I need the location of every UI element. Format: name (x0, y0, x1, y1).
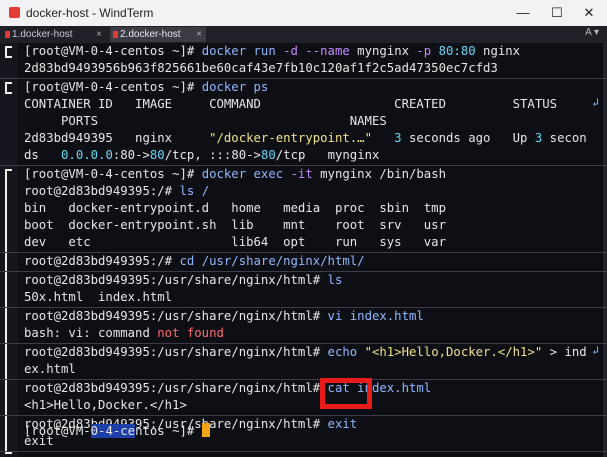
windterm-window: docker-host - WindTerm — ☐ ✕ 1.docker-ho… (0, 0, 607, 457)
session-tab-bar: 1.docker-host × 2.docker-host × A ▾ (0, 26, 607, 43)
wrap-icon: ↲ (592, 344, 599, 357)
close-button[interactable]: ✕ (578, 3, 600, 23)
tab-close-icon[interactable]: × (196, 27, 202, 42)
terminal-line: root@2d83bd949395:/# ls / (24, 184, 210, 198)
current-prompt[interactable]: [root@VM-0-4-centos ~]# (24, 423, 210, 440)
terminal-line: PORTS NAMES (24, 114, 387, 128)
terminal-pane[interactable]: [root@VM-0-4-centos ~]# docker run -d --… (0, 43, 607, 457)
wrap-icon: ↲ (592, 96, 599, 109)
terminal-line: dev etc lib64 opt run sys var (24, 235, 446, 249)
command-separator (0, 451, 607, 452)
terminal-line: 50x.html index.html (24, 290, 173, 304)
terminal-line: bin docker-entrypoint.d home media proc … (24, 201, 446, 215)
session-icon (5, 31, 10, 38)
terminal-line: root@2d83bd949395:/usr/share/nginx/html#… (24, 345, 587, 359)
scrollbar[interactable] (603, 43, 607, 457)
terminal-line: ex.html (24, 362, 76, 376)
minimize-button[interactable]: — (512, 3, 534, 23)
terminal-line: ds 0.0.0.0:80->80/tcp, :::80->80/tcp myn… (24, 148, 380, 162)
tab-session-2[interactable]: 2.docker-host × (110, 27, 206, 42)
tab-tools[interactable]: A ▾ (585, 27, 599, 38)
session-icon (113, 31, 118, 38)
terminal-line: CONTAINER ID IMAGE COMMAND CREATED STATU… (24, 97, 558, 111)
text-cursor (201, 423, 210, 437)
selected-text[interactable]: 0-4-ce (90, 424, 136, 438)
title-bar: docker-host - WindTerm — ☐ ✕ (0, 0, 607, 26)
tab-close-icon[interactable]: × (96, 27, 102, 42)
terminal-line: [root@VM-0-4-centos ~]# docker run -d --… (24, 44, 521, 58)
exit-highlight-box (320, 378, 372, 409)
tab-label: 1.docker-host (12, 29, 73, 40)
command-fold-marker[interactable] (5, 82, 12, 94)
tab-label: 2.docker-host (120, 29, 181, 40)
terminal-line: root@2d83bd949395:/# cd /usr/share/nginx… (24, 254, 365, 268)
windterm-app-icon (9, 7, 20, 18)
maximize-button[interactable]: ☐ (546, 3, 568, 23)
terminal-line: root@2d83bd949395:/usr/share/nginx/html#… (24, 273, 343, 287)
command-fold-marker[interactable] (5, 46, 12, 58)
terminal-line: bash: vi: command not found (24, 326, 224, 340)
terminal-line: boot docker-entrypoint.sh lib mnt root s… (24, 218, 446, 232)
terminal-line: [root@VM-0-4-centos ~]# docker exec -it … (24, 167, 447, 181)
terminal-line: <h1>Hello,Docker.</h1> (24, 398, 187, 412)
window-title: docker-host - WindTerm (26, 6, 154, 20)
terminal-line: [root@VM-0-4-centos ~]# docker ps (24, 80, 269, 94)
tab-session-1[interactable]: 1.docker-host × (2, 27, 106, 42)
terminal-line: root@2d83bd949395:/usr/share/nginx/html#… (24, 309, 424, 323)
terminal-line: 2d83bd9493956b963f825661be60caf43e7fb10c… (24, 61, 498, 75)
command-fold-marker[interactable] (5, 169, 12, 454)
terminal-line: 2d83bd949395 nginx "/docker-entrypoint.…… (24, 131, 587, 145)
